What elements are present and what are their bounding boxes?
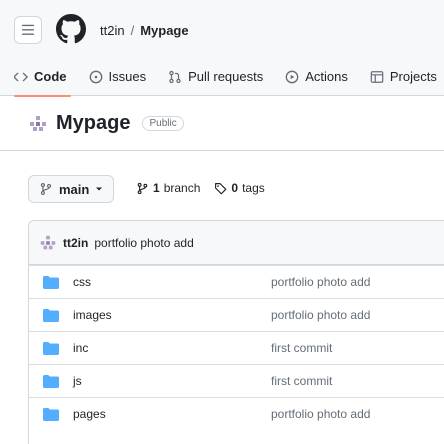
code-icon bbox=[14, 72, 28, 81]
file-commit-message[interactable]: first commit bbox=[271, 341, 332, 355]
repo-name[interactable]: Mypage bbox=[56, 112, 130, 135]
menu-button[interactable] bbox=[14, 16, 42, 44]
branch-count: 1 bbox=[153, 181, 160, 195]
file-name[interactable]: images bbox=[73, 308, 112, 322]
visibility-badge: Public bbox=[142, 116, 184, 131]
file-row[interactable]: images portfolio photo add bbox=[29, 298, 444, 331]
breadcrumb-separator: / bbox=[130, 23, 135, 38]
file-row[interactable]: js first commit bbox=[29, 364, 444, 397]
latest-commit-bar: tt2in portfolio photo add bbox=[29, 221, 444, 265]
branch-name: main bbox=[59, 181, 90, 197]
repo-link[interactable]: Mypage bbox=[140, 23, 188, 38]
file-name[interactable]: css bbox=[73, 275, 91, 289]
tag-count-label: tags bbox=[242, 181, 265, 195]
tab-label: Code bbox=[34, 69, 67, 84]
tab-issues[interactable]: Issues bbox=[89, 58, 147, 96]
branch-tag-meta: 1 branch 0 tags bbox=[136, 181, 265, 195]
tab-label: Actions bbox=[305, 69, 348, 84]
file-row[interactable]: inc first commit bbox=[29, 331, 444, 364]
folder-icon bbox=[43, 276, 59, 289]
section-divider bbox=[0, 150, 444, 151]
folder-icon bbox=[43, 408, 59, 421]
git-branch-icon bbox=[137, 182, 148, 194]
tab-projects[interactable]: Projects bbox=[370, 58, 437, 96]
tag-count: 0 bbox=[231, 181, 239, 195]
folder-icon bbox=[43, 375, 59, 388]
tab-label: Projects bbox=[389, 69, 437, 84]
repo-nav-tabs: Code Issues Pull requests Actions Projec… bbox=[0, 58, 444, 97]
folder-icon bbox=[43, 342, 59, 355]
file-commit-message[interactable]: portfolio photo add bbox=[271, 275, 370, 289]
tab-actions[interactable]: Actions bbox=[285, 58, 348, 96]
branches-link[interactable]: 1 branch bbox=[136, 181, 200, 195]
caret-down-icon bbox=[96, 187, 103, 191]
tab-code[interactable]: Code bbox=[14, 58, 70, 97]
folder-icon bbox=[43, 309, 59, 322]
github-logo-icon[interactable] bbox=[56, 14, 86, 44]
hamburger-icon bbox=[21, 24, 35, 35]
file-name[interactable]: pages bbox=[73, 407, 106, 421]
file-commit-message[interactable]: portfolio photo add bbox=[271, 407, 370, 421]
repo-avatar-icon bbox=[30, 115, 46, 131]
owner-link[interactable]: tt2in bbox=[100, 23, 125, 38]
branch-select-button[interactable]: main bbox=[28, 175, 115, 203]
file-name[interactable]: js bbox=[73, 374, 82, 388]
file-row[interactable]: css portfolio photo add bbox=[29, 265, 444, 298]
tag-icon bbox=[215, 182, 227, 194]
repo-title: Mypage Public bbox=[28, 112, 184, 135]
author-avatar-icon[interactable] bbox=[39, 234, 57, 252]
tab-pull-requests[interactable]: Pull requests bbox=[168, 58, 263, 96]
play-icon bbox=[285, 70, 299, 83]
commit-author[interactable]: tt2in bbox=[63, 236, 88, 250]
tags-link[interactable]: 0 tags bbox=[214, 181, 265, 195]
pull-request-icon bbox=[169, 70, 181, 83]
breadcrumb: tt2in / Mypage bbox=[100, 23, 189, 38]
tab-label: Issues bbox=[108, 69, 147, 84]
file-commit-message[interactable]: first commit bbox=[271, 374, 332, 388]
tab-label: Pull requests bbox=[188, 69, 264, 84]
file-browser: tt2in portfolio photo add css portfolio … bbox=[28, 220, 444, 444]
issue-icon bbox=[89, 70, 102, 83]
git-branch-icon bbox=[40, 182, 52, 196]
file-name[interactable]: inc bbox=[73, 341, 88, 355]
file-commit-message[interactable]: portfolio photo add bbox=[271, 308, 370, 322]
app-header: tt2in / Mypage bbox=[0, 0, 444, 58]
commit-message[interactable]: portfolio photo add bbox=[94, 236, 193, 250]
file-row[interactable]: pages portfolio photo add bbox=[29, 397, 444, 430]
table-icon bbox=[370, 70, 384, 83]
branch-count-label: branch bbox=[163, 181, 201, 195]
